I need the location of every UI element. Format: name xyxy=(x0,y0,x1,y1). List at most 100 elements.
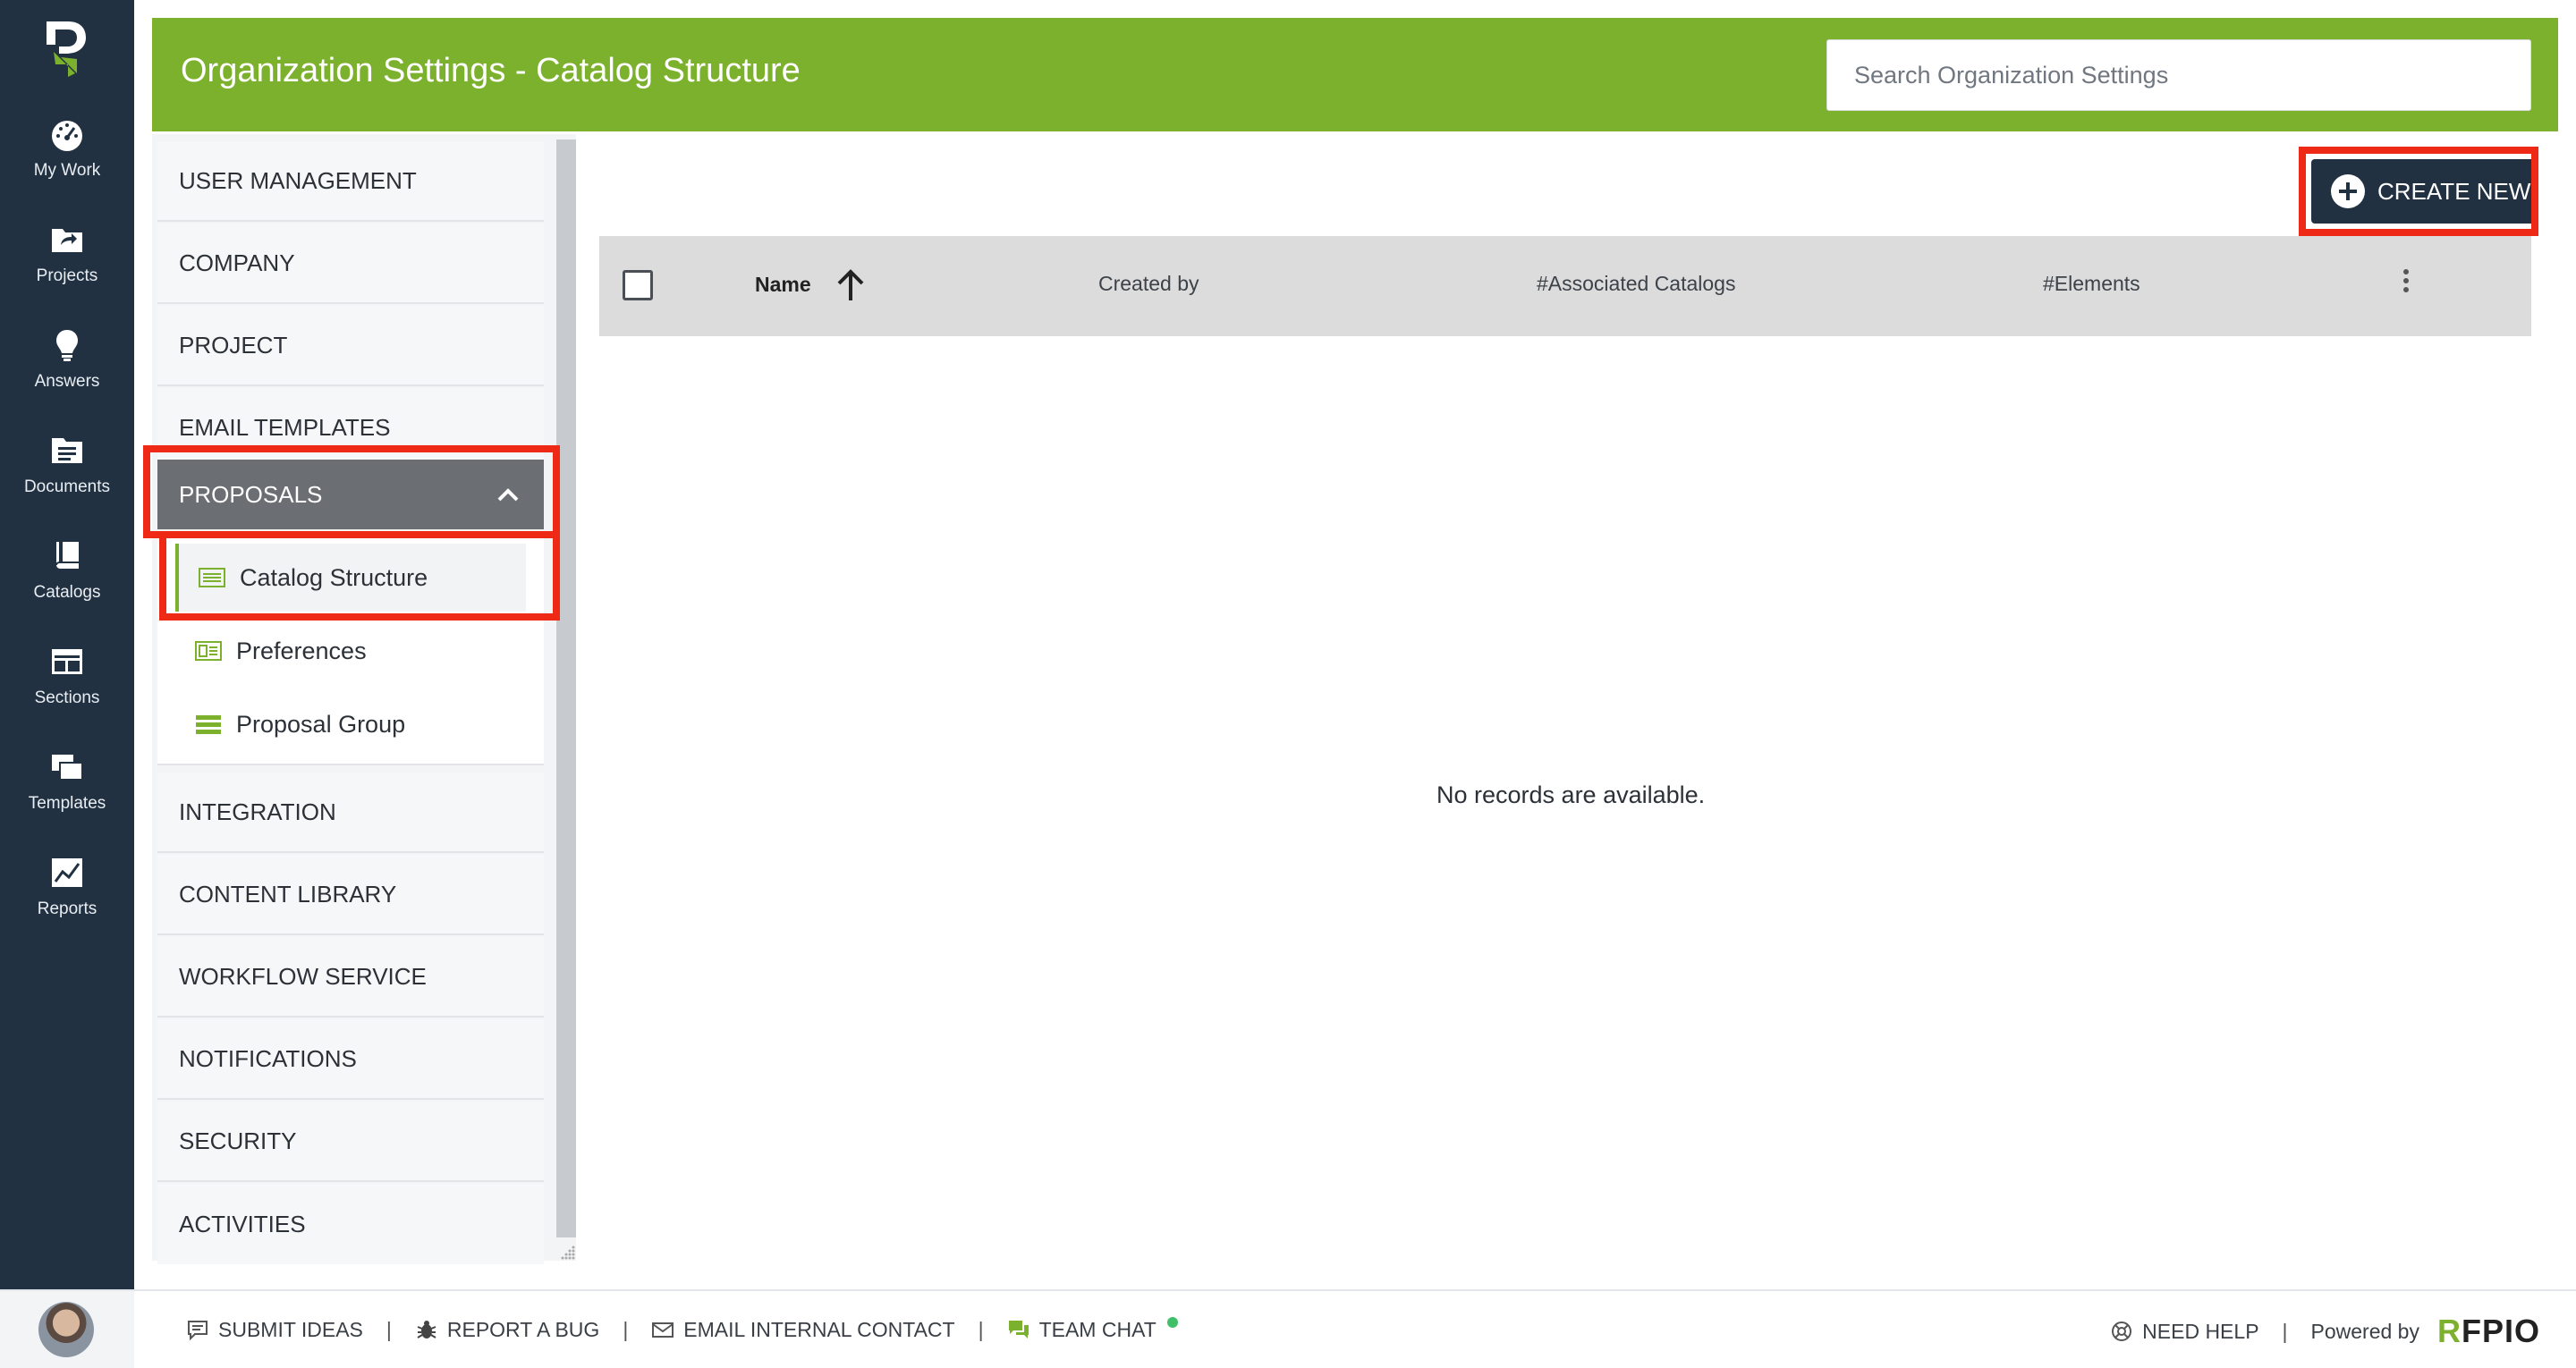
gauge-icon xyxy=(52,121,82,151)
nav-item-label: NOTIFICATIONS xyxy=(179,1044,357,1072)
column-header-associated-catalogs[interactable]: #Associated Catalogs xyxy=(1537,272,1735,296)
page-title: Organization Settings - Catalog Structur… xyxy=(181,52,801,89)
nav-item-label: COMPANY xyxy=(179,249,295,276)
rail-item-label: Projects xyxy=(36,266,98,285)
nav-item-label: PROPOSALS xyxy=(179,480,323,508)
nav-item-label: INTEGRATION xyxy=(179,798,336,825)
rail-item-label: My Work xyxy=(33,161,101,180)
column-header-name[interactable]: Name xyxy=(755,266,867,302)
nav-item-content-library[interactable]: CONTENT LIBRARY xyxy=(157,855,544,935)
projects-folder-icon xyxy=(52,229,82,252)
need-help-link[interactable]: NEED HELP xyxy=(2110,1319,2259,1344)
rail-item-label: Documents xyxy=(23,477,111,496)
nav-item-label: SECURITY xyxy=(179,1127,297,1154)
submit-ideas-link[interactable]: SUBMIT IDEAS xyxy=(186,1318,363,1342)
sub-item-label: Proposal Group xyxy=(236,710,406,738)
rail-item-my-work[interactable]: My Work xyxy=(0,116,134,206)
team-chat-label: TEAM CHAT xyxy=(1038,1317,1157,1341)
chat-icon xyxy=(1008,1321,1029,1338)
footer-links: SUBMIT IDEAS | REPORT A BUG | EMAIL INTE… xyxy=(186,1314,1178,1345)
divider: | xyxy=(978,1317,984,1341)
brand-name: FPIO xyxy=(2461,1313,2540,1349)
online-status-dot xyxy=(1166,1317,1178,1328)
footer-right: NEED HELP | Powered by RFPIO xyxy=(2110,1313,2540,1350)
nav-item-integration[interactable]: INTEGRATION xyxy=(157,773,544,853)
grid-header: Name Created by #Associated Catalogs #El… xyxy=(599,236,2531,336)
nav-item-company[interactable]: COMPANY xyxy=(157,224,544,304)
nav-item-user-management[interactable]: USER MANAGEMENT xyxy=(157,141,544,222)
search-input[interactable] xyxy=(1826,39,2531,111)
rail-item-label: Catalogs xyxy=(33,583,101,602)
rail-item-sections[interactable]: Sections xyxy=(0,644,134,733)
settings-nav: USER MANAGEMENT COMPANY PROJECT EMAIL TE… xyxy=(152,134,576,1264)
templates-icon xyxy=(52,755,83,781)
avatar-cell xyxy=(0,1291,134,1368)
report-bug-link[interactable]: REPORT A BUG xyxy=(415,1318,599,1342)
rail-item-templates[interactable]: Templates xyxy=(0,749,134,839)
page-header: Organization Settings - Catalog Structur… xyxy=(152,18,2558,131)
nav-item-label: USER MANAGEMENT xyxy=(179,166,417,194)
sections-icon xyxy=(52,649,82,674)
sub-item-label: Catalog Structure xyxy=(240,563,428,591)
nav-item-activities[interactable]: ACTIVITIES xyxy=(157,1184,544,1264)
column-header-label: Name xyxy=(755,272,811,296)
divider: | xyxy=(2282,1319,2288,1343)
nav-item-label: CONTENT LIBRARY xyxy=(179,880,397,908)
proposals-submenu: Catalog Structure Preferences Proposal G… xyxy=(157,531,544,765)
resize-handle-icon[interactable] xyxy=(560,1245,576,1261)
nav-item-label: PROJECT xyxy=(179,331,288,359)
nav-item-notifications[interactable]: NOTIFICATIONS xyxy=(157,1019,544,1100)
lightbulb-icon xyxy=(56,330,78,361)
sub-item-proposal-group[interactable]: Proposal Group xyxy=(175,690,526,758)
chevron-up-icon xyxy=(497,488,519,502)
nav-item-label: WORKFLOW SERVICE xyxy=(179,962,427,990)
app-logo-icon[interactable] xyxy=(41,18,91,80)
sub-item-preferences[interactable]: Preferences xyxy=(175,617,526,685)
plus-circle-icon xyxy=(2331,174,2365,208)
email-internal-contact-link[interactable]: EMAIL INTERNAL CONTACT xyxy=(651,1317,955,1342)
create-new-label: CREATE NEW xyxy=(2377,177,2531,205)
nav-item-proposals[interactable]: PROPOSALS xyxy=(157,460,544,529)
nav-item-project[interactable]: PROJECT xyxy=(157,306,544,386)
rfpio-logo: RFPIO xyxy=(2437,1313,2540,1350)
rail-item-label: Templates xyxy=(28,794,106,813)
group-stack-icon xyxy=(196,715,221,734)
select-all-checkbox[interactable] xyxy=(623,270,653,300)
avatar[interactable] xyxy=(38,1302,94,1357)
sub-item-catalog-structure[interactable]: Catalog Structure xyxy=(175,544,526,612)
sub-item-label: Preferences xyxy=(236,637,367,664)
nav-item-label: ACTIVITIES xyxy=(179,1210,306,1237)
empty-state-message: No records are available. xyxy=(1436,781,1706,808)
powered-by-label: Powered by xyxy=(2310,1319,2419,1343)
nav-item-email-templates[interactable]: EMAIL TEMPLATES xyxy=(157,388,544,469)
divider: | xyxy=(623,1317,629,1341)
submit-ideas-label: SUBMIT IDEAS xyxy=(218,1317,363,1341)
reports-icon xyxy=(52,858,82,887)
brand-mark: R xyxy=(2436,1313,2462,1349)
bug-icon xyxy=(417,1321,436,1338)
rail-item-label: Reports xyxy=(37,899,97,918)
column-header-elements[interactable]: #Elements xyxy=(2043,272,2140,296)
list-view-icon xyxy=(199,568,225,587)
nav-scrollbar[interactable] xyxy=(556,139,576,1237)
email-internal-contact-label: EMAIL INTERNAL CONTACT xyxy=(683,1317,955,1341)
rail-item-documents[interactable]: Documents xyxy=(0,433,134,522)
team-chat-link[interactable]: TEAM CHAT xyxy=(1007,1317,1178,1342)
rail-item-label: Sections xyxy=(34,688,100,707)
rail-item-reports[interactable]: Reports xyxy=(0,855,134,944)
catalogs-icon xyxy=(55,542,79,569)
create-new-button[interactable]: CREATE NEW xyxy=(2311,159,2535,224)
documents-icon xyxy=(52,438,82,463)
comment-icon xyxy=(188,1321,208,1341)
footer-bar: SUBMIT IDEAS | REPORT A BUG | EMAIL INTE… xyxy=(0,1289,2576,1368)
column-header-created-by[interactable]: Created by xyxy=(1098,272,1199,296)
nav-item-security[interactable]: SECURITY xyxy=(157,1102,544,1182)
rail-item-projects[interactable]: Projects xyxy=(0,222,134,311)
need-help-label: NEED HELP xyxy=(2142,1319,2259,1343)
rail-item-catalogs[interactable]: Catalogs xyxy=(0,538,134,628)
nav-item-workflow-service[interactable]: WORKFLOW SERVICE xyxy=(157,937,544,1018)
divider: | xyxy=(386,1317,392,1341)
column-menu-icon[interactable] xyxy=(2397,265,2415,300)
left-rail: My Work Projects Answers Documents Catal… xyxy=(0,0,134,1366)
rail-item-answers[interactable]: Answers xyxy=(0,327,134,417)
